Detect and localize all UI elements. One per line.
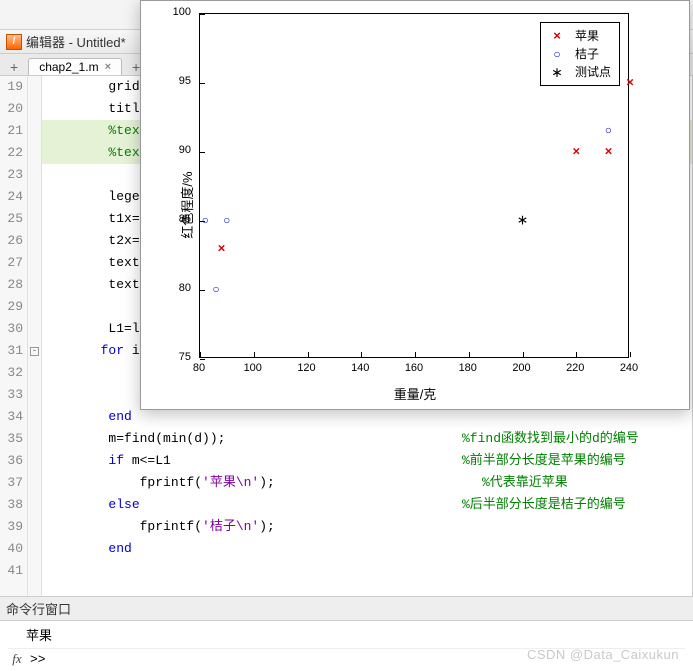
data-point: × <box>605 145 613 160</box>
tab-label: chap2_1.m <box>39 60 98 74</box>
legend-marker-test: ∗ <box>549 63 565 81</box>
close-icon[interactable]: × <box>105 61 111 73</box>
command-window-title: 命令行窗口 <box>0 596 693 621</box>
data-point: × <box>626 76 634 91</box>
legend-marker-apple: × <box>549 27 565 45</box>
x-tick: 100 <box>243 362 263 374</box>
y-tick: 85 <box>179 213 191 225</box>
figure-window[interactable]: 红色程度/% ×苹果 ○桔子 ∗测试点 ××××○○○○∗ 重量/克 80100… <box>140 0 690 410</box>
legend-label-2: 测试点 <box>575 63 611 81</box>
y-tick: 100 <box>173 6 191 18</box>
y-axis-label: 红色程度/% <box>177 171 196 238</box>
code-line[interactable] <box>42 560 692 582</box>
code-line[interactable]: else%后半部分长度是桔子的编号 <box>42 494 692 516</box>
command-prompt: >> <box>30 652 46 667</box>
data-point: ∗ <box>517 213 529 230</box>
plot-area: ×苹果 ○桔子 ∗测试点 ××××○○○○∗ <box>199 13 629 358</box>
command-output: 苹果 <box>8 625 685 644</box>
data-point: × <box>218 241 226 256</box>
line-gutter: 1920212223242526272829303132333435363738… <box>0 76 28 596</box>
code-line[interactable]: fprintf('苹果\n');%代表靠近苹果 <box>42 472 692 494</box>
legend-label-1: 桔子 <box>575 45 599 63</box>
code-line[interactable]: end <box>42 538 692 560</box>
data-point: ○ <box>202 214 209 228</box>
y-tick: 80 <box>179 282 191 294</box>
legend: × 苹果 ○ 桔子 ∗ 测试点 <box>540 22 620 86</box>
x-tick: 240 <box>619 362 639 374</box>
tab-chap2-1[interactable]: chap2_1.m × <box>28 58 122 75</box>
x-tick: 180 <box>458 362 478 374</box>
x-axis-label: 重量/克 <box>394 384 437 403</box>
editor-icon: / <box>6 34 22 50</box>
x-tick: 160 <box>404 362 424 374</box>
fx-icon[interactable]: fx <box>8 651 26 667</box>
x-tick: 120 <box>297 362 317 374</box>
editor-title: 编辑器 - Untitled* <box>26 32 126 51</box>
x-tick: 220 <box>565 362 585 374</box>
data-point: ○ <box>605 124 612 138</box>
code-line[interactable]: m=find(min(d));%find函数找到最小的d的编号 <box>42 428 692 450</box>
watermark: CSDN @Data_Caixukun <box>527 647 679 662</box>
code-line[interactable]: fprintf('桔子\n'); <box>42 516 692 538</box>
x-tick: 80 <box>189 362 209 374</box>
legend-label-0: 苹果 <box>575 27 599 45</box>
data-point: ○ <box>213 283 220 297</box>
x-tick: 200 <box>512 362 532 374</box>
x-tick: 140 <box>350 362 370 374</box>
data-point: ○ <box>223 214 230 228</box>
new-tab-button[interactable]: + <box>4 59 24 75</box>
y-tick: 75 <box>179 351 191 363</box>
y-tick: 90 <box>179 144 191 156</box>
data-point: × <box>572 145 580 160</box>
fold-column[interactable]: - <box>28 76 42 596</box>
code-line[interactable]: if m<=L1%前半部分长度是苹果的编号 <box>42 450 692 472</box>
command-window[interactable]: 苹果 fx >> <box>0 621 693 671</box>
legend-marker-orange: ○ <box>549 45 565 63</box>
y-tick: 95 <box>179 75 191 87</box>
